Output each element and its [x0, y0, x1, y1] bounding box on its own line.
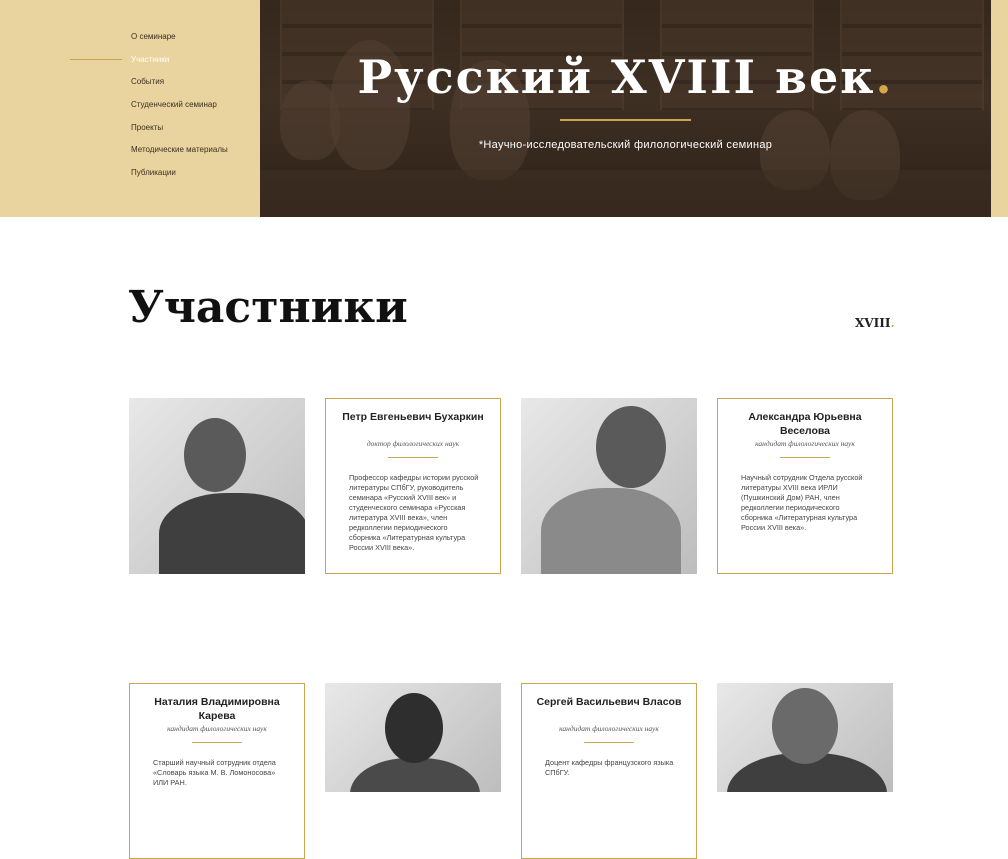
- card-divider: [388, 457, 438, 458]
- member-bio: Научный сотрудник Отдела русской литерат…: [741, 473, 863, 532]
- nav-item-methodical-materials[interactable]: Методические материалы: [131, 145, 228, 168]
- member-photo-kareva[interactable]: [325, 683, 501, 792]
- member-degree: кандидат филологических наук: [559, 724, 659, 733]
- nav-item-events[interactable]: События: [131, 77, 228, 100]
- portrait-body: [159, 493, 305, 574]
- member-name: Александра Юрьевна Веселова: [748, 411, 862, 437]
- portrait-head: [772, 688, 838, 764]
- member-name: Сергей Васильевич Власов: [536, 696, 682, 708]
- member-degree: кандидат филологических наук: [755, 439, 855, 448]
- member-card-kareva[interactable]: Наталия Владимировна Карева кандидат фил…: [129, 683, 305, 859]
- site-title-text: Русский XVIII век: [357, 50, 876, 104]
- member-photo-bukharkin[interactable]: [129, 398, 305, 574]
- member-card-vlasov[interactable]: Сергей Васильевич Власов кандидат филоло…: [521, 683, 697, 859]
- site-title-dot: .: [875, 50, 894, 104]
- portrait-head: [385, 693, 443, 763]
- member-photo-veselova[interactable]: [521, 398, 697, 574]
- member-degree: кандидат филологических наук: [167, 724, 267, 733]
- site-title: Русский XVIII век.: [260, 50, 991, 104]
- member-card-veselova[interactable]: Александра Юрьевна Веселова кандидат фил…: [717, 398, 893, 574]
- member-bio: Старший научный сотрудник отдела «Словар…: [153, 758, 276, 787]
- active-nav-marker: [70, 59, 122, 60]
- member-bio: Доцент кафедры французского языка СПбГУ.: [545, 758, 674, 777]
- main-nav: О семинаре Участники События Студенчески…: [131, 32, 228, 191]
- member-degree: доктор филологических наук: [366, 439, 460, 448]
- nav-item-projects[interactable]: Проекты: [131, 123, 228, 146]
- nav-item-about[interactable]: О семинаре: [131, 32, 228, 55]
- portrait-body: [541, 488, 681, 574]
- hero-overlay: [260, 0, 991, 217]
- header-right-strip: [991, 0, 1008, 217]
- nav-item-student-seminar[interactable]: Студенческий семинар: [131, 100, 228, 123]
- page-title: Участники: [128, 282, 408, 333]
- title-underline: [560, 119, 691, 121]
- portrait-head: [184, 418, 246, 492]
- member-photo-vlasov[interactable]: [717, 683, 893, 792]
- card-divider: [780, 457, 830, 458]
- member-name: Петр Евгеньевич Бухаркин: [342, 411, 484, 423]
- member-name: Наталия Владимировна Карева: [154, 696, 280, 722]
- nav-panel: О семинаре Участники События Студенчески…: [0, 0, 260, 217]
- site-header: О семинаре Участники События Студенчески…: [0, 0, 1008, 217]
- portrait-head: [596, 406, 666, 488]
- card-divider: [192, 742, 242, 743]
- card-divider: [584, 742, 634, 743]
- nav-item-participants[interactable]: Участники: [131, 55, 228, 78]
- member-bio: Профессор кафедры истории русской литера…: [349, 473, 479, 552]
- hero-banner: Русский XVIII век. *Научно-исследователь…: [260, 0, 991, 217]
- mini-logo-text: XVIII: [855, 316, 891, 330]
- nav-item-publications[interactable]: Публикации: [131, 168, 228, 191]
- mini-logo-dot: .: [890, 316, 895, 330]
- member-card-bukharkin[interactable]: Петр Евгеньевич Бухаркин доктор филологи…: [325, 398, 501, 574]
- site-subtitle: *Научно-исследовательский филологический…: [478, 139, 773, 151]
- mini-logo: XVIII.: [855, 316, 895, 330]
